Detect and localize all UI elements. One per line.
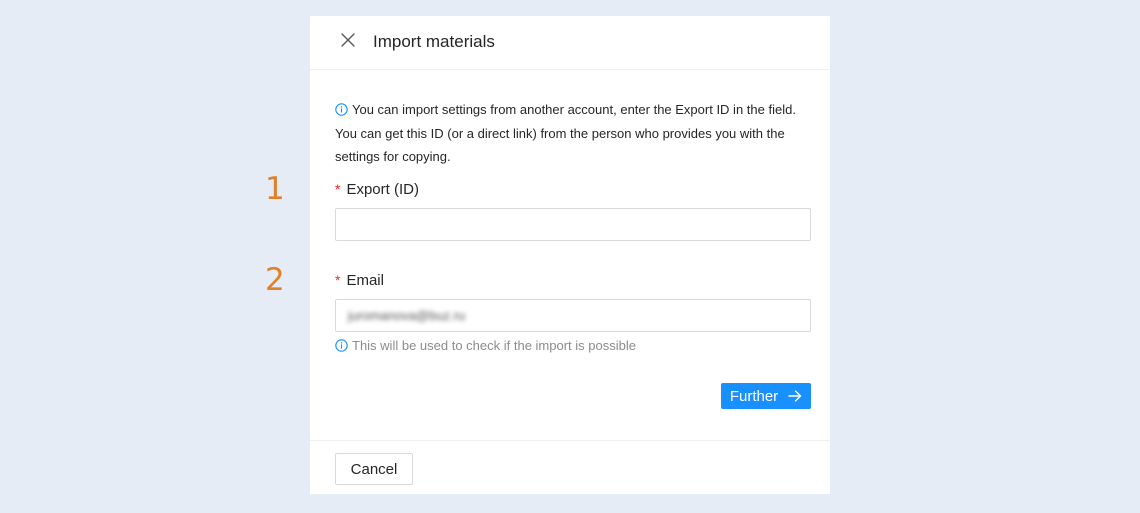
dialog-title: Import materials: [373, 32, 495, 51]
info-message-text: You can import settings from another acc…: [335, 102, 796, 164]
step-number-1: 1: [265, 171, 285, 207]
email-label: * Email: [335, 272, 384, 289]
close-icon[interactable]: [338, 30, 358, 50]
export-id-input[interactable]: [335, 208, 811, 241]
dialog-footer: Cancel: [310, 440, 830, 495]
step-number-2: 2: [265, 262, 285, 298]
export-id-label: * Export (ID): [335, 181, 419, 198]
info-message: You can import settings from another acc…: [335, 98, 811, 169]
further-button[interactable]: Further: [721, 383, 811, 409]
required-mark: *: [335, 272, 341, 288]
info-circle-icon: [335, 103, 348, 116]
export-id-label-text: Export (ID): [346, 181, 419, 198]
cancel-button[interactable]: Cancel: [335, 453, 413, 485]
import-materials-dialog: Import materials You can import settings…: [310, 16, 830, 494]
email-label-text: Email: [346, 272, 384, 289]
email-hint-text: This will be used to check if the import…: [352, 338, 636, 353]
required-mark: *: [335, 181, 341, 197]
info-circle-icon: [335, 339, 348, 352]
email-hint: This will be used to check if the import…: [335, 337, 636, 355]
arrow-right-icon: [788, 390, 802, 402]
email-input[interactable]: [335, 299, 811, 332]
further-button-label: Further: [729, 387, 779, 405]
dialog-header: Import materials: [310, 16, 830, 70]
